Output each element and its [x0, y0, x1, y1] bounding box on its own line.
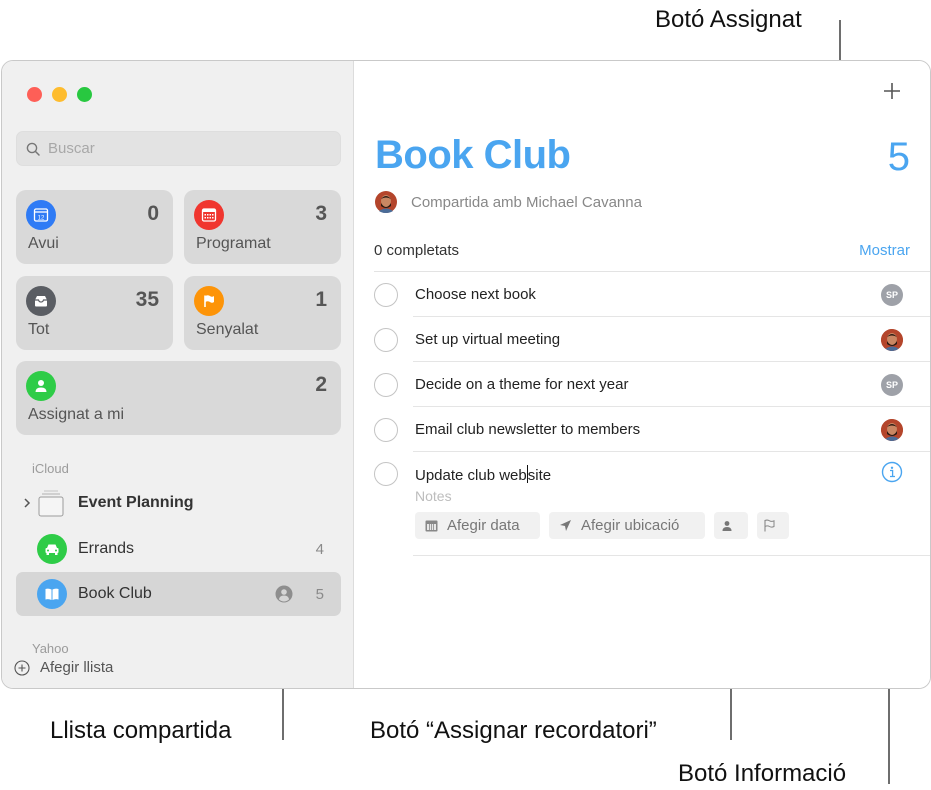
callout-info-button: Botó Informació [678, 760, 847, 787]
reminder-title-before-caret: Update club web [415, 467, 527, 484]
reminder-row[interactable]: Choose next book SP [355, 272, 930, 317]
list-book-club[interactable]: Book Club 5 [16, 572, 341, 616]
sidebar: 12 0 Avui 3 Programat 35 Tot 1 Senyalat [2, 61, 354, 688]
search-field[interactable] [16, 131, 341, 166]
avatar-michael-cavanna [375, 191, 397, 213]
flag-icon [194, 286, 224, 316]
smart-list-label: Senyalat [196, 321, 259, 338]
assigned-button[interactable] [881, 329, 903, 351]
reminder-title[interactable]: Choose next book [415, 286, 536, 303]
reminder-title[interactable]: Email club newsletter to members [415, 421, 640, 438]
list-count: 5 [315, 585, 324, 603]
list-label: Errands [78, 540, 135, 557]
complete-checkbox[interactable] [374, 283, 398, 307]
person-icon [722, 520, 731, 531]
assigned-button[interactable]: SP [881, 284, 903, 306]
completed-count: 0 completats [374, 242, 460, 259]
complete-checkbox[interactable] [374, 328, 398, 352]
list-total-count: 5 [887, 135, 910, 179]
zoom-window-button[interactable] [77, 87, 92, 102]
reminder-title[interactable]: Decide on a theme for next year [415, 376, 628, 393]
shared-with-row: Compartida amb Michael Cavanna [375, 191, 642, 213]
section-label-icloud: iCloud [32, 461, 69, 476]
complete-checkbox[interactable] [374, 418, 398, 442]
smart-list-assigned-to-me[interactable]: 2 Assignat a mi [16, 361, 341, 435]
assign-reminder-button[interactable] [714, 512, 748, 539]
section-label-yahoo: Yahoo [32, 641, 69, 656]
add-date-label: Afegir data [447, 517, 520, 534]
add-list-label: Afegir llista [40, 659, 114, 676]
list-errands[interactable]: Errands 4 [16, 527, 341, 571]
location-arrow-icon [560, 520, 571, 531]
reminder-row[interactable]: Decide on a theme for next year SP [355, 362, 930, 407]
show-completed-button[interactable]: Mostrar [859, 242, 910, 259]
complete-checkbox[interactable] [374, 373, 398, 397]
flag-button[interactable] [757, 512, 789, 539]
list-group-event-planning[interactable]: Event Planning [16, 481, 341, 525]
add-date-button[interactable]: Afegir data [415, 512, 540, 539]
assigned-button[interactable]: SP [881, 374, 903, 396]
flag-outline-icon [763, 519, 774, 532]
divider [413, 555, 930, 556]
calendar-scheduled-icon [194, 200, 224, 230]
callout-assign-reminder-button: Botó “Assignar recordatori” [370, 717, 657, 744]
car-icon [37, 534, 67, 564]
smart-list-count: 35 [135, 288, 159, 311]
complete-checkbox[interactable] [374, 462, 398, 486]
list-title: Book Club [375, 133, 571, 177]
smart-list-scheduled[interactable]: 3 Programat [184, 190, 341, 264]
smart-list-all[interactable]: 35 Tot [16, 276, 173, 350]
list-label: Book Club [78, 585, 152, 602]
chevron-right-icon[interactable] [22, 497, 32, 509]
smart-list-today[interactable]: 12 0 Avui [16, 190, 173, 264]
smart-list-label: Programat [196, 235, 271, 252]
avatar-michael-cavanna [881, 419, 903, 441]
callout-assigned-button: Botó Assignat [655, 6, 802, 33]
add-location-label: Afegir ubicació [581, 517, 680, 534]
reminders-window: 12 0 Avui 3 Programat 35 Tot 1 Senyalat [1, 60, 931, 689]
assigned-button[interactable] [881, 419, 903, 441]
list-count: 4 [315, 540, 324, 558]
smart-list-count: 3 [315, 202, 327, 225]
smart-list-flagged[interactable]: 1 Senyalat [184, 276, 341, 350]
shared-person-icon [275, 585, 293, 603]
add-location-button[interactable]: Afegir ubicació [549, 512, 705, 539]
calendar-today-icon: 12 [26, 200, 56, 230]
reminder-row[interactable]: Set up virtual meeting [355, 317, 930, 362]
main-pane: Book Club 5 Compartida amb Michael Cavan… [355, 61, 930, 688]
smart-list-count: 0 [147, 202, 159, 225]
search-input[interactable] [48, 140, 308, 157]
search-icon [26, 142, 40, 156]
smart-list-label: Avui [28, 235, 59, 252]
person-icon [26, 371, 56, 401]
reminder-title[interactable]: Set up virtual meeting [415, 331, 560, 348]
plus-circle-icon [14, 659, 30, 676]
reminder-title-after-caret: site [527, 467, 552, 484]
smart-list-label: Assignat a mi [28, 406, 125, 423]
avatar-michael-cavanna [881, 329, 903, 351]
svg-text:12: 12 [38, 215, 45, 221]
callout-shared-list: Llista compartida [50, 717, 232, 744]
info-button[interactable] [881, 461, 903, 483]
book-icon [37, 579, 67, 609]
list-label: Event Planning [78, 494, 194, 511]
reminder-title-input[interactable]: Update club website [415, 465, 551, 484]
calendar-icon [425, 520, 438, 531]
minimize-window-button[interactable] [52, 87, 67, 102]
smart-list-count: 2 [315, 373, 327, 396]
add-list-button[interactable]: Afegir llista [14, 659, 113, 676]
shared-with-text: Compartida amb Michael Cavanna [411, 193, 642, 211]
reminder-row[interactable]: Email club newsletter to members [355, 407, 930, 452]
close-window-button[interactable] [27, 87, 42, 102]
smart-list-label: Tot [28, 321, 50, 338]
add-reminder-button[interactable] [880, 79, 904, 103]
folder-stack-icon [38, 490, 64, 517]
notes-field[interactable]: Notes [415, 488, 452, 504]
tray-icon [26, 286, 56, 316]
smart-list-count: 1 [315, 288, 327, 311]
